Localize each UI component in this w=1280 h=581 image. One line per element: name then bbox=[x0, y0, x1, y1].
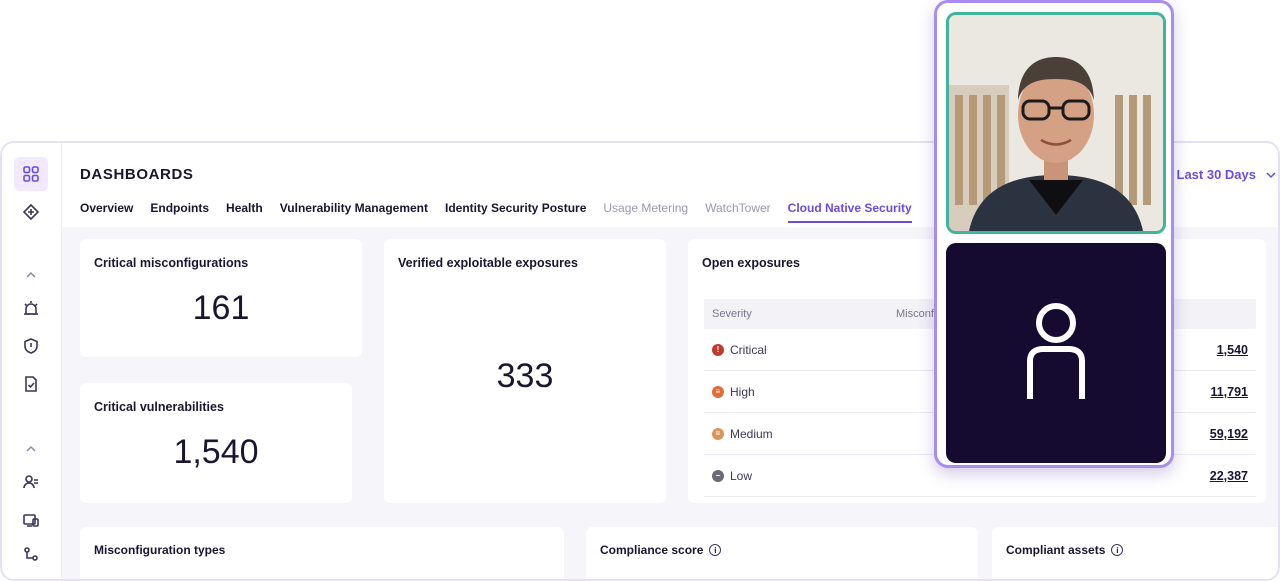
tab-endpoints[interactable]: Endpoints bbox=[150, 201, 209, 223]
tab-cloud-native-security[interactable]: Cloud Native Security bbox=[787, 201, 912, 223]
tab-watchtower[interactable]: WatchTower bbox=[705, 201, 771, 223]
dashboard-grid-icon[interactable] bbox=[14, 157, 48, 191]
critical-misconfigurations-card[interactable]: Critical misconfigurations 161 bbox=[80, 239, 362, 357]
tab-health[interactable]: Health bbox=[226, 201, 263, 223]
exposure-count-link[interactable]: 22,387 bbox=[1210, 469, 1248, 483]
date-range-selector[interactable]: Last 30 Days bbox=[1177, 167, 1277, 182]
tab-vulnerability-management[interactable]: Vulnerability Management bbox=[280, 201, 428, 223]
compliant-assets-card[interactable]: Compliant assets i bbox=[992, 527, 1278, 579]
critical-vulnerabilities-value: 1,540 bbox=[173, 433, 259, 471]
user-avatar-icon bbox=[1027, 303, 1085, 399]
card-title: Critical vulnerabilities bbox=[94, 400, 224, 414]
network-icon[interactable] bbox=[20, 543, 42, 565]
devices-icon[interactable] bbox=[20, 509, 42, 531]
severity-label: Low bbox=[730, 468, 753, 483]
alarm-icon[interactable] bbox=[20, 297, 42, 319]
card-title: Open exposures bbox=[702, 256, 800, 270]
column-header-severity: Severity bbox=[712, 308, 752, 320]
compliance-score-card[interactable]: Compliance score i bbox=[586, 527, 978, 579]
tab-overview[interactable]: Overview bbox=[80, 201, 133, 223]
shield-alert-icon[interactable] bbox=[20, 335, 42, 357]
participant-video-tile[interactable] bbox=[946, 243, 1166, 463]
user-list-icon[interactable] bbox=[20, 471, 42, 493]
chevron-down-icon bbox=[1266, 171, 1276, 178]
video-call-panel bbox=[934, 0, 1174, 468]
medium-severity-icon: = bbox=[712, 427, 724, 440]
severity-label: High bbox=[730, 384, 755, 399]
date-range-label: Last 30 Days bbox=[1176, 167, 1257, 182]
tab-identity-security-posture[interactable]: Identity Security Posture bbox=[445, 201, 586, 223]
critical-misconfigurations-value: 161 bbox=[192, 289, 250, 327]
document-check-icon[interactable] bbox=[20, 373, 42, 395]
column-header-misconf: Misconf bbox=[896, 308, 934, 320]
misconfiguration-types-card[interactable]: Misconfiguration types bbox=[80, 527, 564, 579]
low-severity-icon: − bbox=[712, 469, 724, 482]
collapse-chevron-icon[interactable] bbox=[24, 267, 38, 278]
sidebar bbox=[2, 143, 62, 579]
severity-label: Medium bbox=[730, 426, 773, 441]
speaker-video-tile[interactable] bbox=[946, 12, 1166, 234]
high-severity-icon: ≡ bbox=[712, 385, 724, 398]
info-icon[interactable]: i bbox=[1111, 544, 1124, 556]
collapse-chevron-icon[interactable] bbox=[24, 441, 38, 452]
exposure-count-link[interactable]: 59,192 bbox=[1210, 427, 1248, 441]
dashboard-tabs: Overview Endpoints Health Vulnerability … bbox=[80, 201, 929, 223]
severity-label: Critical bbox=[730, 342, 767, 357]
card-title: Critical misconfigurations bbox=[94, 256, 249, 270]
page-title: DASHBOARDS bbox=[80, 166, 194, 183]
critical-vulnerabilities-card[interactable]: Critical vulnerabilities 1,540 bbox=[80, 383, 352, 503]
info-icon[interactable]: i bbox=[709, 544, 722, 556]
tab-usage-metering[interactable]: Usage Metering bbox=[603, 201, 688, 223]
critical-severity-icon: ! bbox=[712, 343, 724, 356]
verified-exposures-value: 333 bbox=[496, 357, 554, 395]
speaker-portrait bbox=[949, 15, 1163, 231]
diamond-crosshair-icon[interactable] bbox=[20, 201, 42, 223]
exposure-count-link[interactable]: 1,540 bbox=[1217, 343, 1248, 357]
verified-exposures-card[interactable]: Verified exploitable exposures 333 bbox=[384, 239, 666, 503]
card-title: Verified exploitable exposures bbox=[398, 256, 578, 270]
exposure-count-link[interactable]: 11,791 bbox=[1210, 385, 1248, 399]
